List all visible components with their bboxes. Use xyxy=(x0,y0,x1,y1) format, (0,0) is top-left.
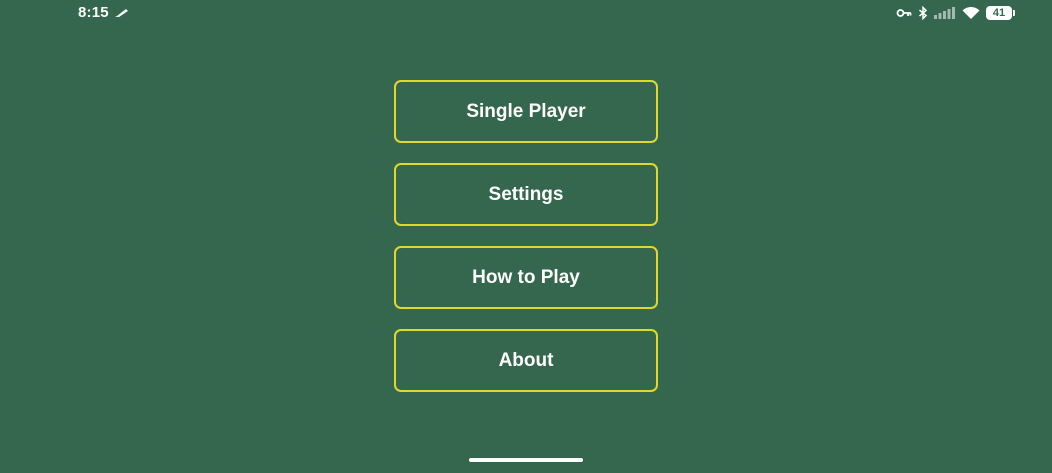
single-player-button[interactable]: Single Player xyxy=(394,80,658,143)
home-indicator[interactable] xyxy=(469,458,583,462)
battery-level: 41 xyxy=(992,7,1006,19)
pencil-icon xyxy=(115,9,128,17)
battery-icon: 41 xyxy=(986,6,1015,20)
about-button[interactable]: About xyxy=(394,329,658,392)
settings-label: Settings xyxy=(488,183,564,205)
wifi-icon xyxy=(962,6,980,19)
key-icon xyxy=(896,9,912,17)
status-icons: 41 xyxy=(896,5,1015,21)
status-time: 8:15 xyxy=(78,4,109,21)
about-label: About xyxy=(498,349,554,371)
settings-button[interactable]: Settings xyxy=(394,163,658,226)
single-player-label: Single Player xyxy=(466,100,586,122)
main-menu: Single Player Settings How to Play About xyxy=(394,80,658,412)
bluetooth-icon xyxy=(919,6,928,20)
status-bar: 8:15 41 xyxy=(0,0,1052,28)
how-to-play-label: How to Play xyxy=(472,266,580,288)
signal-icon xyxy=(934,7,955,19)
how-to-play-button[interactable]: How to Play xyxy=(394,246,658,309)
